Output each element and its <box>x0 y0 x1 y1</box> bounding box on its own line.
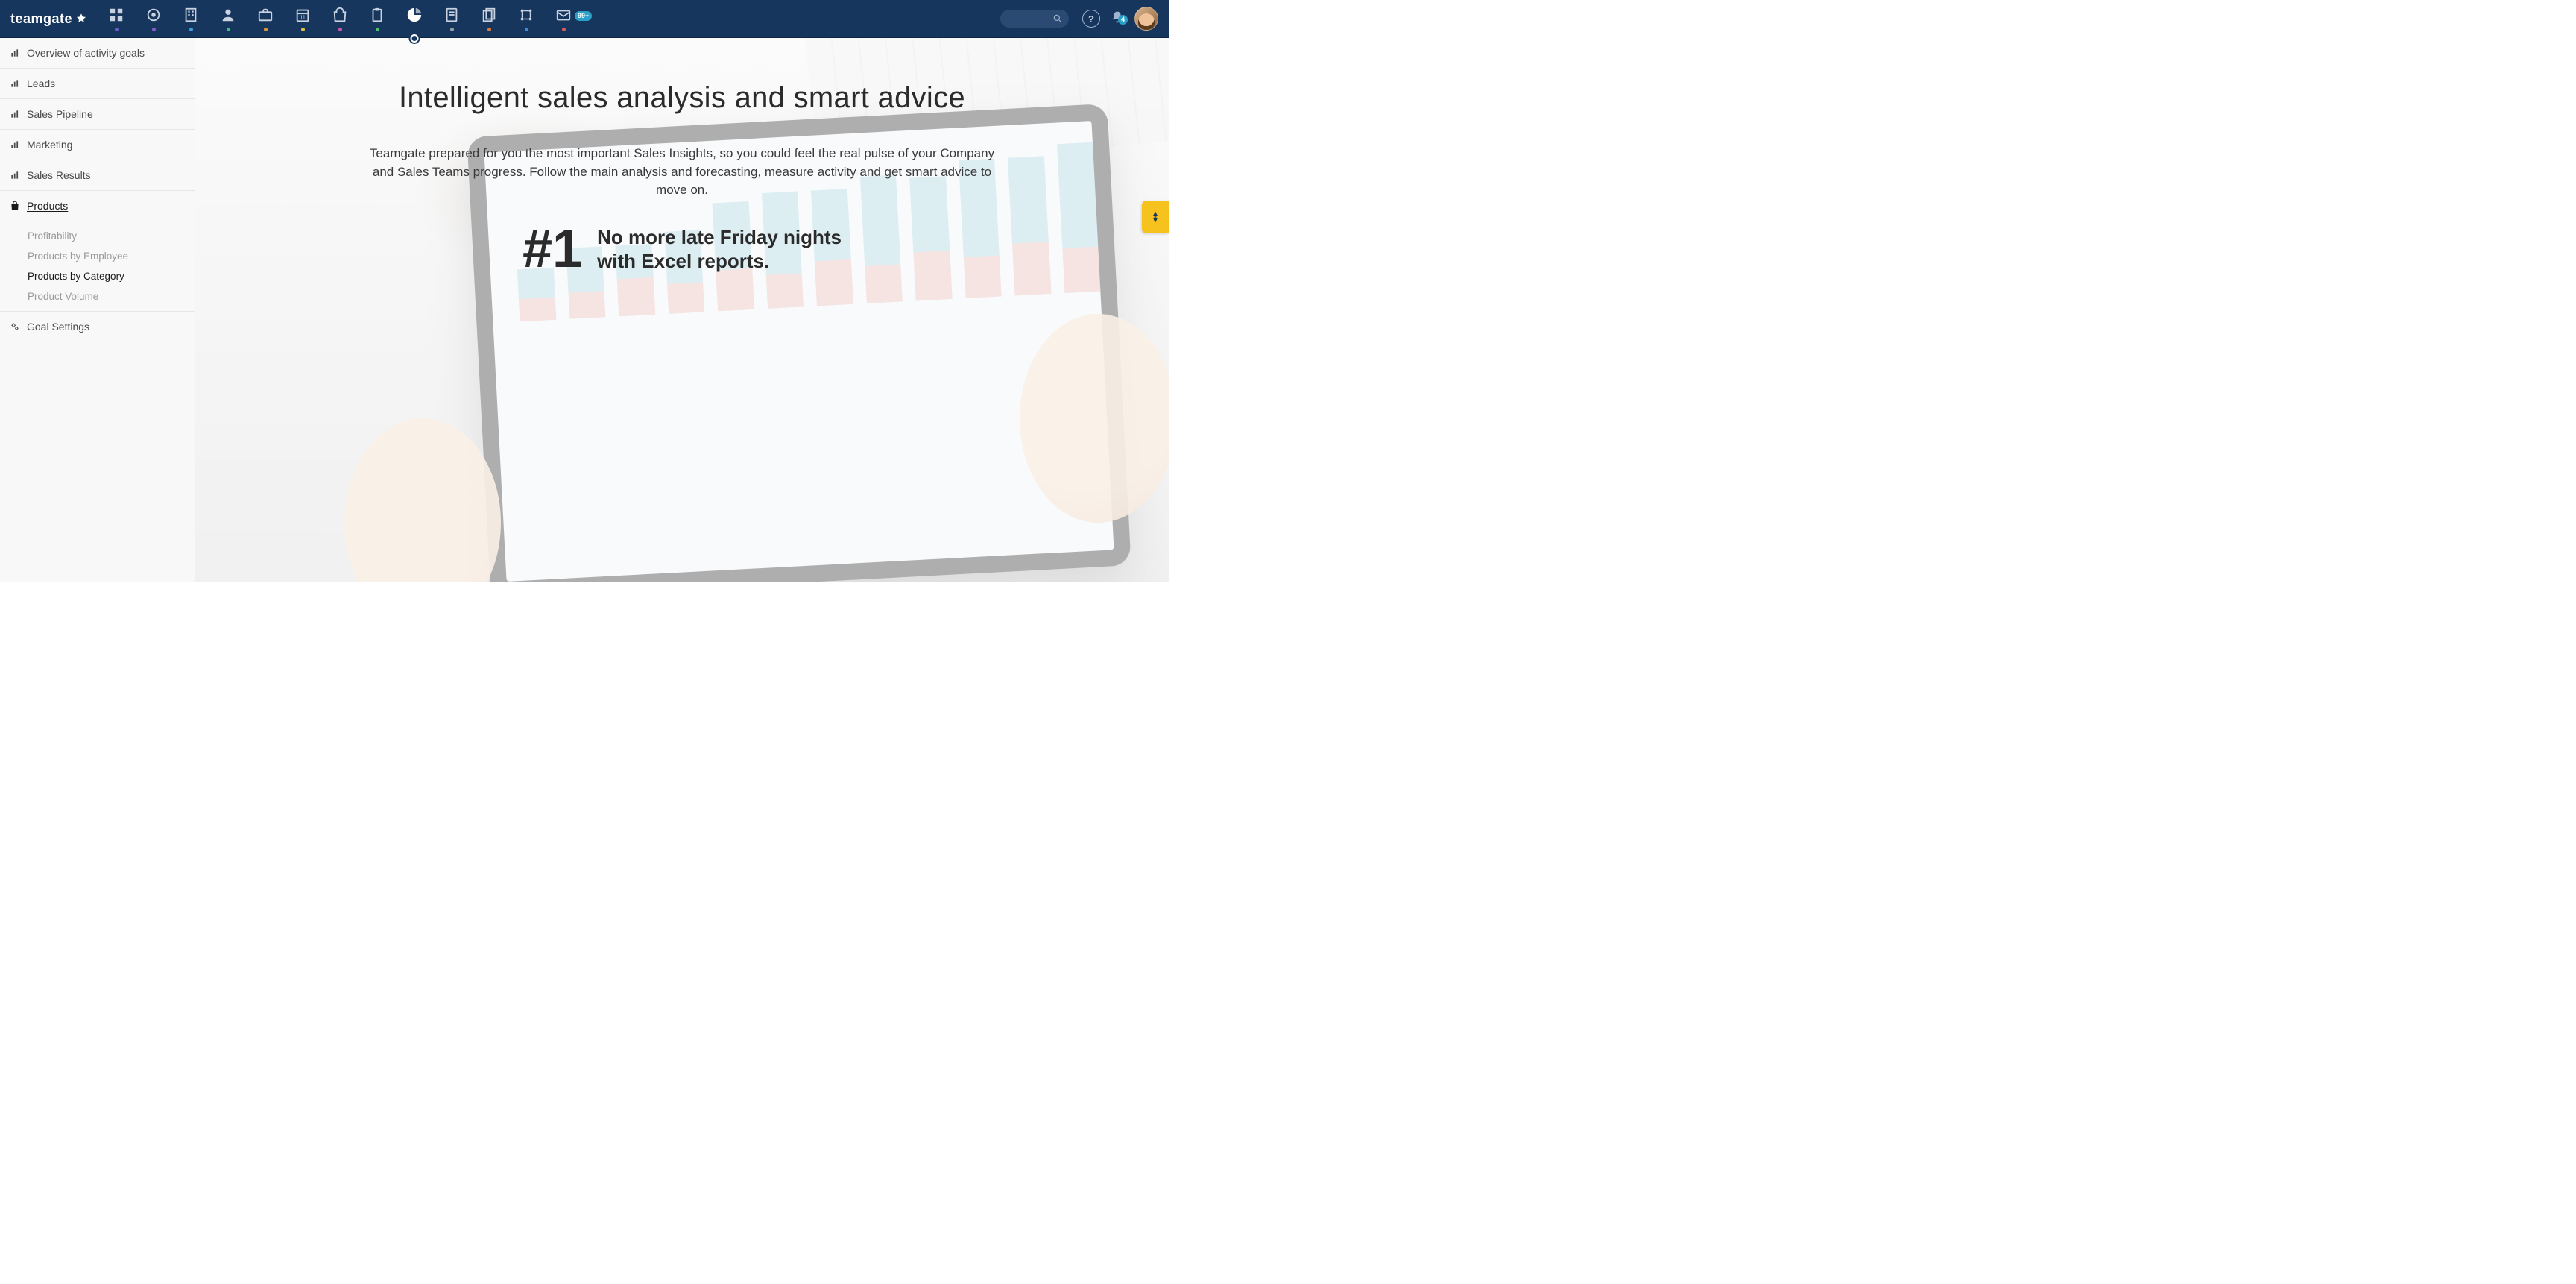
main-content: Intelligent sales analysis and smart adv… <box>195 38 1169 582</box>
nav-mail[interactable]: 99+ <box>545 0 582 38</box>
tagline-line1: No more late Friday nights <box>597 225 842 250</box>
side-tab-button[interactable] <box>1142 201 1169 233</box>
person-icon <box>220 7 236 23</box>
sidebar-sub-products-by-category[interactable]: Products by Category <box>0 266 195 286</box>
nav-dot <box>227 28 230 31</box>
sidebar-label: Sales Results <box>27 169 91 181</box>
briefcase-icon <box>257 7 274 23</box>
target-icon <box>145 7 162 23</box>
search-box[interactable] <box>1000 10 1069 28</box>
nav-dot <box>562 28 566 31</box>
nav-dot <box>189 28 193 31</box>
hero-tagline: #1 No more late Friday nights with Excel… <box>523 225 842 274</box>
bar-chart-icon <box>10 78 20 89</box>
nav-badge: 99+ <box>575 11 592 21</box>
bar-chart-icon <box>10 170 20 180</box>
sidebar-item-marketing[interactable]: Marketing <box>0 130 195 160</box>
help-button[interactable]: ? <box>1082 10 1100 28</box>
company-icon <box>183 7 199 23</box>
nav-calendar[interactable]: 11 <box>284 0 321 38</box>
top-nav: teamgate 11 99+ ? 4 <box>0 0 1169 38</box>
nav-dot <box>301 28 305 31</box>
hero-title: Intelligent sales analysis and smart adv… <box>399 81 965 115</box>
mail-icon <box>555 7 572 23</box>
nav-dot <box>525 28 528 31</box>
sidebar-label: Sales Pipeline <box>27 108 93 120</box>
sidebar-label: Goal Settings <box>27 321 89 333</box>
nav-briefcase[interactable] <box>247 0 284 38</box>
sidebar-sub-products-by-employee[interactable]: Products by Employee <box>0 246 195 266</box>
dashboard-icon <box>108 7 124 23</box>
bar-chart-icon <box>10 139 20 150</box>
bag-icon <box>332 7 348 23</box>
nav-dashboard[interactable] <box>98 0 135 38</box>
nav-company[interactable] <box>172 0 209 38</box>
note-icon <box>443 7 460 23</box>
notif-count: 4 <box>1118 15 1128 25</box>
sidebar-item-sales-results[interactable]: Sales Results <box>0 160 195 191</box>
sidebar-item-overview-of-activity-goals[interactable]: Overview of activity goals <box>0 38 195 69</box>
clip-icon <box>369 7 385 23</box>
tagline-line2: with Excel reports. <box>597 249 842 274</box>
brand-icon <box>75 13 87 25</box>
nav-target[interactable] <box>135 0 172 38</box>
files-icon <box>481 7 497 23</box>
bar-chart-icon <box>10 109 20 119</box>
notifications-button[interactable]: 4 <box>1111 10 1124 28</box>
nav-dot <box>450 28 454 31</box>
nav-person[interactable] <box>209 0 247 38</box>
nav-active-indicator <box>411 34 419 43</box>
nav-dot <box>376 28 379 31</box>
nav-bag[interactable] <box>321 0 359 38</box>
svg-text:11: 11 <box>300 14 306 21</box>
nav-insights[interactable] <box>396 0 433 38</box>
hero-desc: Teamgate prepared for you the most impor… <box>362 145 1003 200</box>
sidebar-label: Products <box>27 200 68 212</box>
nav-icons: 11 99+ <box>98 0 582 37</box>
brand-logo[interactable]: teamgate <box>10 11 87 27</box>
nav-clip[interactable] <box>359 0 396 38</box>
nav-dot <box>152 28 156 31</box>
tagline-text: No more late Friday nights with Excel re… <box>597 225 842 274</box>
insights-icon <box>406 7 423 23</box>
sidebar-sub-profitability[interactable]: Profitability <box>0 226 195 246</box>
sidebar-item-sales-pipeline[interactable]: Sales Pipeline <box>0 99 195 130</box>
user-avatar[interactable] <box>1134 7 1158 31</box>
sidebar-item-leads[interactable]: Leads <box>0 69 195 99</box>
tagline-number: #1 <box>523 228 582 271</box>
sidebar-item-products[interactable]: Products <box>0 191 195 221</box>
nav-dot <box>264 28 268 31</box>
nav-files[interactable] <box>470 0 508 38</box>
sidebar-label: Marketing <box>27 139 72 151</box>
search-icon <box>1052 13 1063 24</box>
nav-dot <box>338 28 342 31</box>
nav-note[interactable] <box>433 0 470 38</box>
sidebar-label: Leads <box>27 78 55 89</box>
bar-chart-icon <box>10 48 20 58</box>
gears-icon <box>10 321 20 332</box>
sidebar-sub-product-volume[interactable]: Product Volume <box>0 286 195 306</box>
sidebar-label: Overview of activity goals <box>27 47 145 59</box>
nav-dot <box>115 28 119 31</box>
calendar-icon: 11 <box>294 7 311 23</box>
brand-text: teamgate <box>10 11 72 27</box>
sidebar: Overview of activity goals Leads Sales Pip… <box>0 38 195 582</box>
nav-flow[interactable] <box>508 0 545 38</box>
bag-icon <box>10 201 20 211</box>
sidebar-item-goal-settings[interactable]: Goal Settings <box>0 312 195 342</box>
compass-icon <box>1149 210 1162 224</box>
nav-dot <box>487 28 491 31</box>
flow-icon <box>518 7 534 23</box>
hero-text: Intelligent sales analysis and smart adv… <box>195 38 1169 582</box>
